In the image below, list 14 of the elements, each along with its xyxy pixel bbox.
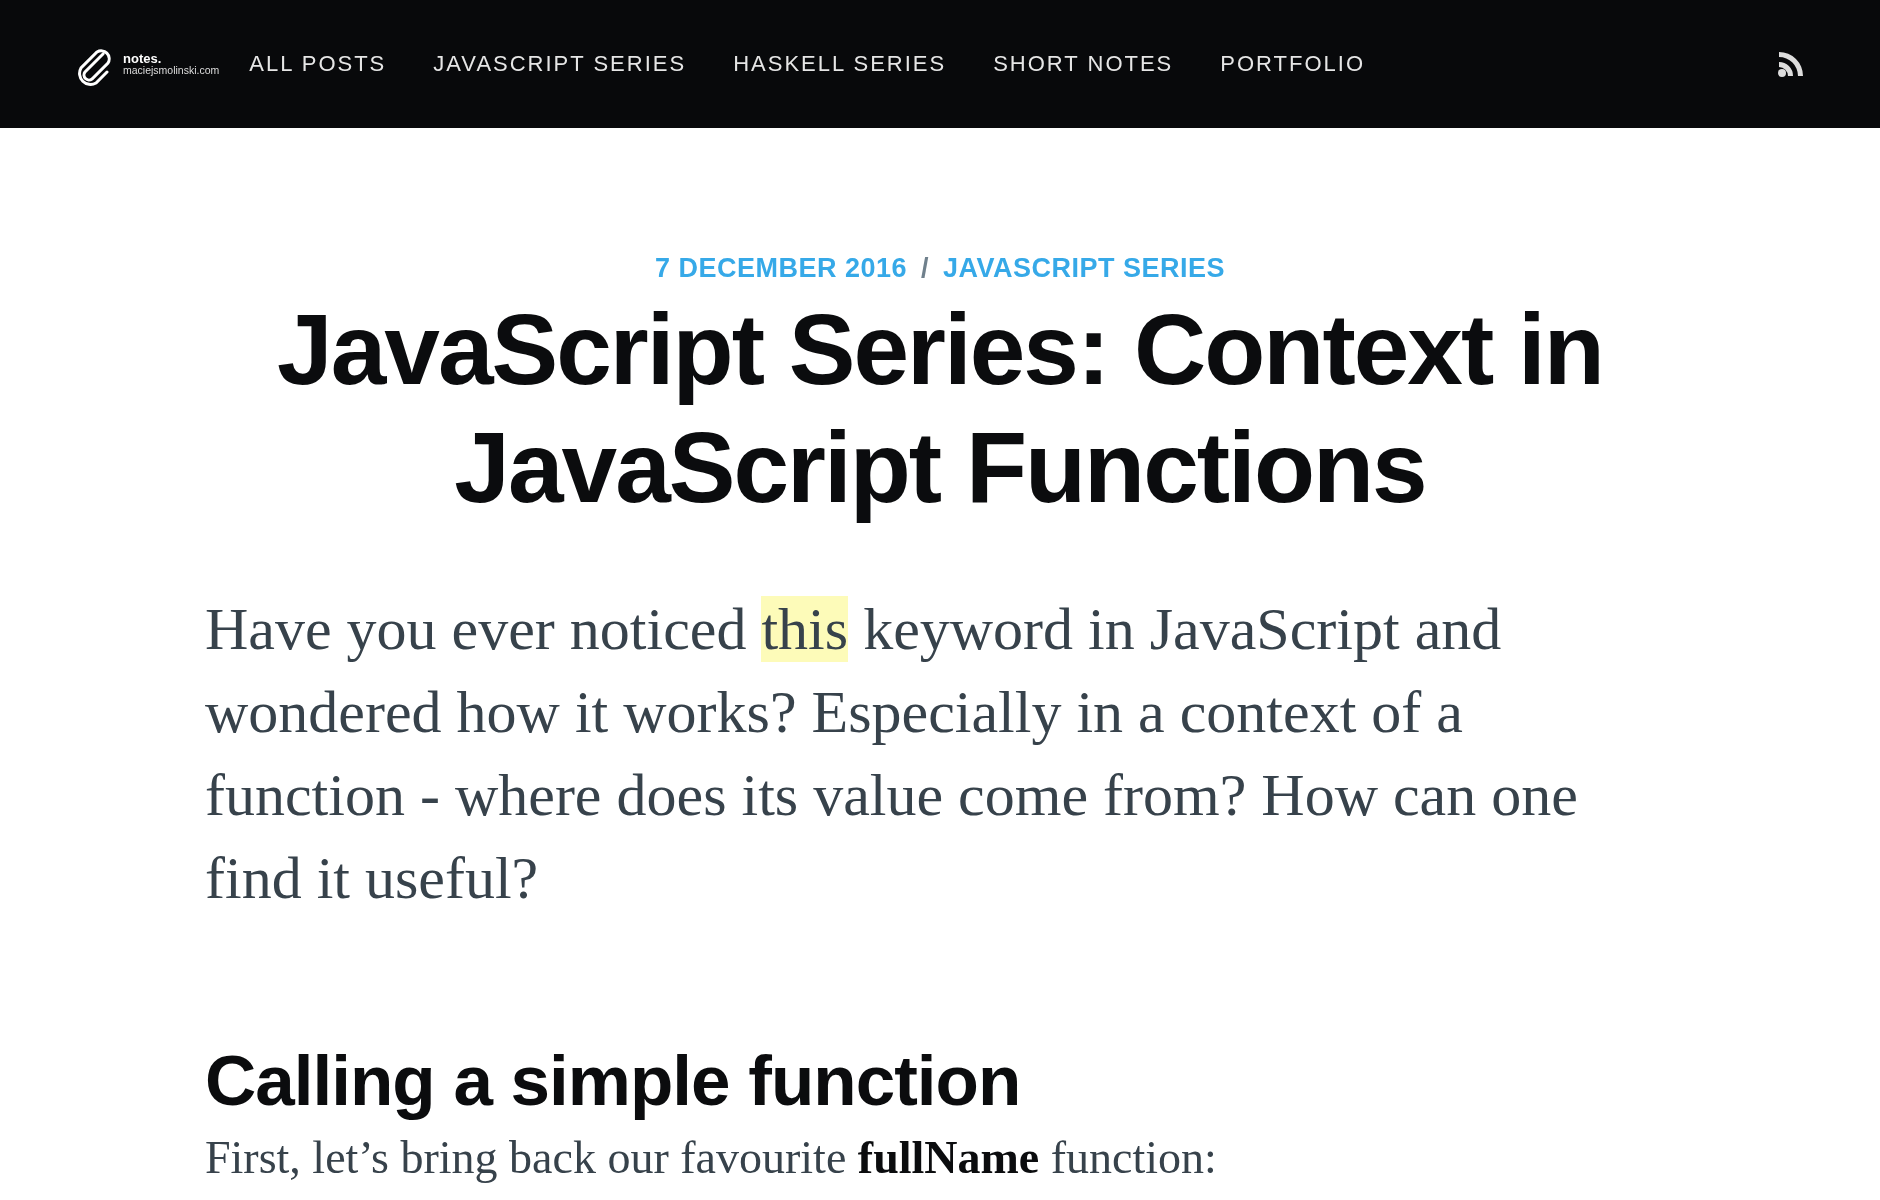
logo-title: notes.	[123, 51, 163, 66]
intro-paragraph: Have you ever noticed this keyword in JavaScript and wondered how it works? Especially in a context of a function - where does its value come from? How can one find it useful?	[205, 595, 1579, 913]
site-logo[interactable]: notes. maciejsmolinski.com	[75, 42, 220, 86]
article-title: JavaScript Series: Context in JavaScript Functions	[276, 292, 1604, 525]
body-paragraph: First, let’s bring back our favourite fullName function:	[205, 1131, 1218, 1184]
rss-icon[interactable]	[1777, 50, 1805, 78]
logo-subtitle: maciejsmolinski.com	[123, 65, 220, 77]
nav-link[interactable]: SHORT NOTES	[993, 51, 1174, 77]
nav-link[interactable]: ALL POSTS	[249, 51, 387, 77]
meta-separator: /	[921, 253, 930, 284]
nav-link[interactable]: JAVASCRIPT SERIES	[433, 51, 687, 77]
nav-link[interactable]: HASKELL SERIES	[733, 51, 947, 77]
nav-link[interactable]: PORTFOLIO	[1220, 51, 1366, 77]
section-heading: Calling a simple function	[205, 1040, 1022, 1121]
